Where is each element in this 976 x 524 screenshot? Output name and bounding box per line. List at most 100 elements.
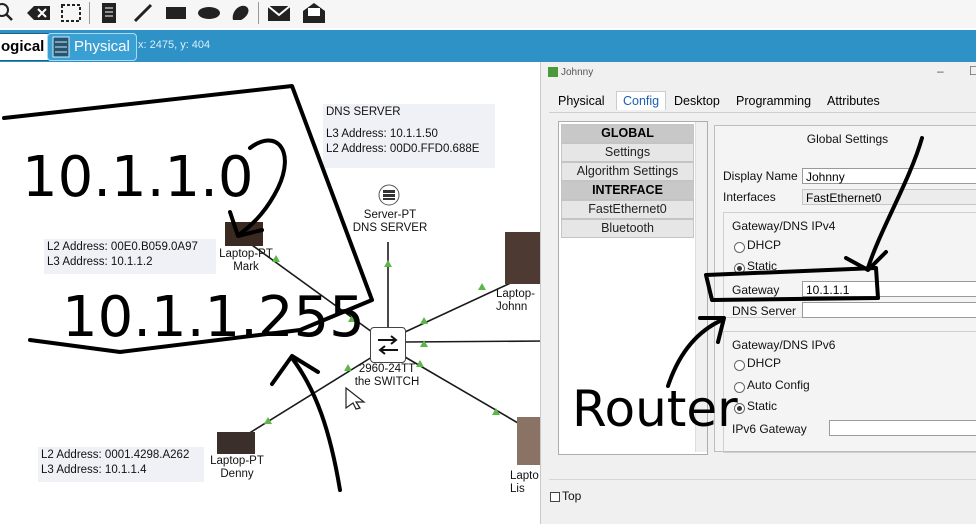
tab-desktop[interactable]: Desktop xyxy=(674,94,720,108)
minimize-button[interactable]: – xyxy=(937,64,944,78)
nav-algorithm-settings[interactable]: Algorithm Settings xyxy=(561,162,694,181)
laptop-johnny-icon[interactable] xyxy=(505,232,540,284)
dns-server-info-title: DNS SERVER xyxy=(326,106,401,118)
server-label: Server-PT DNS SERVER xyxy=(345,209,435,235)
mark-label: Laptop-PT Mark xyxy=(210,248,282,274)
note-icon[interactable] xyxy=(96,2,122,24)
lisa-type: Lapto xyxy=(510,470,539,482)
switch-icon[interactable] xyxy=(370,327,406,363)
ipv6-group-title: Gateway/DNS IPv6 xyxy=(732,338,836,352)
global-settings-panel: Global Settings Display Name Johnny Inte… xyxy=(714,125,976,453)
tab-config[interactable]: Config xyxy=(616,91,667,110)
server-icon[interactable] xyxy=(377,183,401,207)
gateway-field[interactable]: 10.1.1.1 xyxy=(802,281,976,297)
tab-logical[interactable]: ogical xyxy=(0,33,52,61)
top-checkbox-label: Top xyxy=(562,489,582,503)
mark-info: L2 Address: 00E0.B059.0A97 L3 Address: 1… xyxy=(44,239,216,274)
device-config-window: Johnny – ☐ Physical Config Desktop Progr… xyxy=(540,62,976,524)
auto-config-radio[interactable] xyxy=(734,382,745,393)
window-title: Johnny xyxy=(561,67,594,78)
select-icon[interactable] xyxy=(58,2,84,24)
ipv4-group-title: Gateway/DNS IPv4 xyxy=(732,219,836,233)
interfaces-select[interactable]: FastEthernet0 xyxy=(802,189,976,205)
link-window-switch xyxy=(404,340,546,343)
dhcp6-label: DHCP xyxy=(747,356,782,370)
toolbar-divider xyxy=(89,2,90,24)
ipv6-gateway-field[interactable] xyxy=(829,420,976,436)
interfaces-label: Interfaces xyxy=(723,190,776,204)
app-icon xyxy=(548,67,558,77)
nav-fastethernet0[interactable]: FastEthernet0 xyxy=(561,200,694,219)
dhcp-radio[interactable] xyxy=(734,242,745,253)
dns-server-label: DNS Server xyxy=(732,304,797,318)
johnny-name: Johnn xyxy=(496,301,528,313)
ipv6-gateway-label: IPv6 Gateway xyxy=(732,422,807,436)
rectangle-icon[interactable] xyxy=(163,2,189,24)
laptop-mark-icon[interactable] xyxy=(225,222,263,246)
ellipse-icon[interactable] xyxy=(196,2,222,24)
denny-label: Laptop-PT Denny xyxy=(201,455,273,481)
denny-type: Laptop-PT xyxy=(210,455,264,467)
laptop-denny-icon[interactable] xyxy=(217,432,255,454)
link-indicator xyxy=(384,260,392,267)
server-type: Server-PT xyxy=(363,209,417,221)
static-radio[interactable] xyxy=(734,263,745,274)
nav-settings[interactable]: Settings xyxy=(561,143,694,162)
dns-server-field[interactable] xyxy=(802,302,976,318)
dhcp-label: DHCP xyxy=(747,238,782,252)
toolbar xyxy=(0,0,976,28)
lisa-label: Lapto Lis xyxy=(510,470,542,496)
nav-scrollbar[interactable] xyxy=(695,122,707,452)
display-name-label: Display Name xyxy=(723,169,798,183)
physical-rack-icon xyxy=(52,36,70,58)
laptop-lisa-icon[interactable] xyxy=(517,417,541,465)
nav-global-header: GLOBAL xyxy=(561,124,694,143)
denny-l2: L2 Address: 0001.4298.A262 xyxy=(41,449,190,461)
config-nav-list: GLOBAL Settings Algorithm Settings INTER… xyxy=(558,121,708,455)
ipv4-group: Gateway/DNS IPv4 DHCP Static Gateway 10.… xyxy=(723,212,976,318)
denny-l3: L3 Address: 10.1.1.4 xyxy=(41,464,147,476)
mark-l2: L2 Address: 00E0.B059.0A97 xyxy=(47,241,198,253)
tab-divider xyxy=(549,112,976,113)
dns-server-l3: L3 Address: 10.1.1.50 xyxy=(326,128,438,140)
nav-interface-header: INTERFACE xyxy=(561,181,694,200)
denny-name: Denny xyxy=(220,468,254,480)
static-label: Static xyxy=(747,259,778,273)
mark-l3: L3 Address: 10.1.1.2 xyxy=(47,256,153,268)
toolbar-divider xyxy=(258,2,259,24)
open-envelope-icon[interactable] xyxy=(300,2,326,24)
denny-info: L2 Address: 0001.4298.A262 L3 Address: 1… xyxy=(38,447,204,482)
footer-divider xyxy=(549,479,976,480)
panel-title: Global Settings xyxy=(806,132,889,146)
maximize-button[interactable]: ☐ xyxy=(969,64,976,78)
dhcp6-radio[interactable] xyxy=(734,360,745,371)
static6-label: Static xyxy=(747,399,778,413)
tab-physical[interactable]: Physical xyxy=(47,33,137,61)
gateway-label: Gateway xyxy=(732,283,780,297)
line-icon[interactable] xyxy=(130,2,156,24)
mail-icon[interactable] xyxy=(266,2,292,24)
dns-server-l2: L2 Address: 00D0.FFD0.688E xyxy=(326,143,480,155)
tab-physical-label: Physical xyxy=(74,38,130,55)
tab-programming[interactable]: Programming xyxy=(736,94,811,108)
ipv6-group: Gateway/DNS IPv6 DHCP Auto Config Static… xyxy=(723,331,976,453)
tab-attributes[interactable]: Attributes xyxy=(827,94,880,108)
mark-name: Mark xyxy=(233,261,259,273)
display-name-field[interactable]: Johnny xyxy=(802,168,976,184)
nav-bluetooth[interactable]: Bluetooth xyxy=(561,219,694,238)
cursor-coordinates: x: 2475, y: 404 xyxy=(138,39,211,51)
server-name: DNS SERVER xyxy=(352,222,428,234)
magnifier-icon[interactable] xyxy=(0,2,18,24)
johnny-label: Laptop- Johnn xyxy=(496,288,542,314)
link-indicator xyxy=(478,283,486,290)
freeform-icon[interactable] xyxy=(228,2,254,24)
top-checkbox[interactable] xyxy=(550,492,560,502)
auto-config-label: Auto Config xyxy=(747,378,810,392)
dns-server-info: DNS SERVER L3 Address: 10.1.1.50 L2 Addr… xyxy=(323,104,495,168)
tab-physical-config[interactable]: Physical xyxy=(558,94,605,108)
static6-radio[interactable] xyxy=(734,403,745,414)
mark-type: Laptop-PT xyxy=(219,248,273,260)
delete-icon[interactable] xyxy=(26,2,52,24)
switch-type: 2960-24TT xyxy=(358,363,416,375)
johnny-type: Laptop- xyxy=(496,288,536,300)
